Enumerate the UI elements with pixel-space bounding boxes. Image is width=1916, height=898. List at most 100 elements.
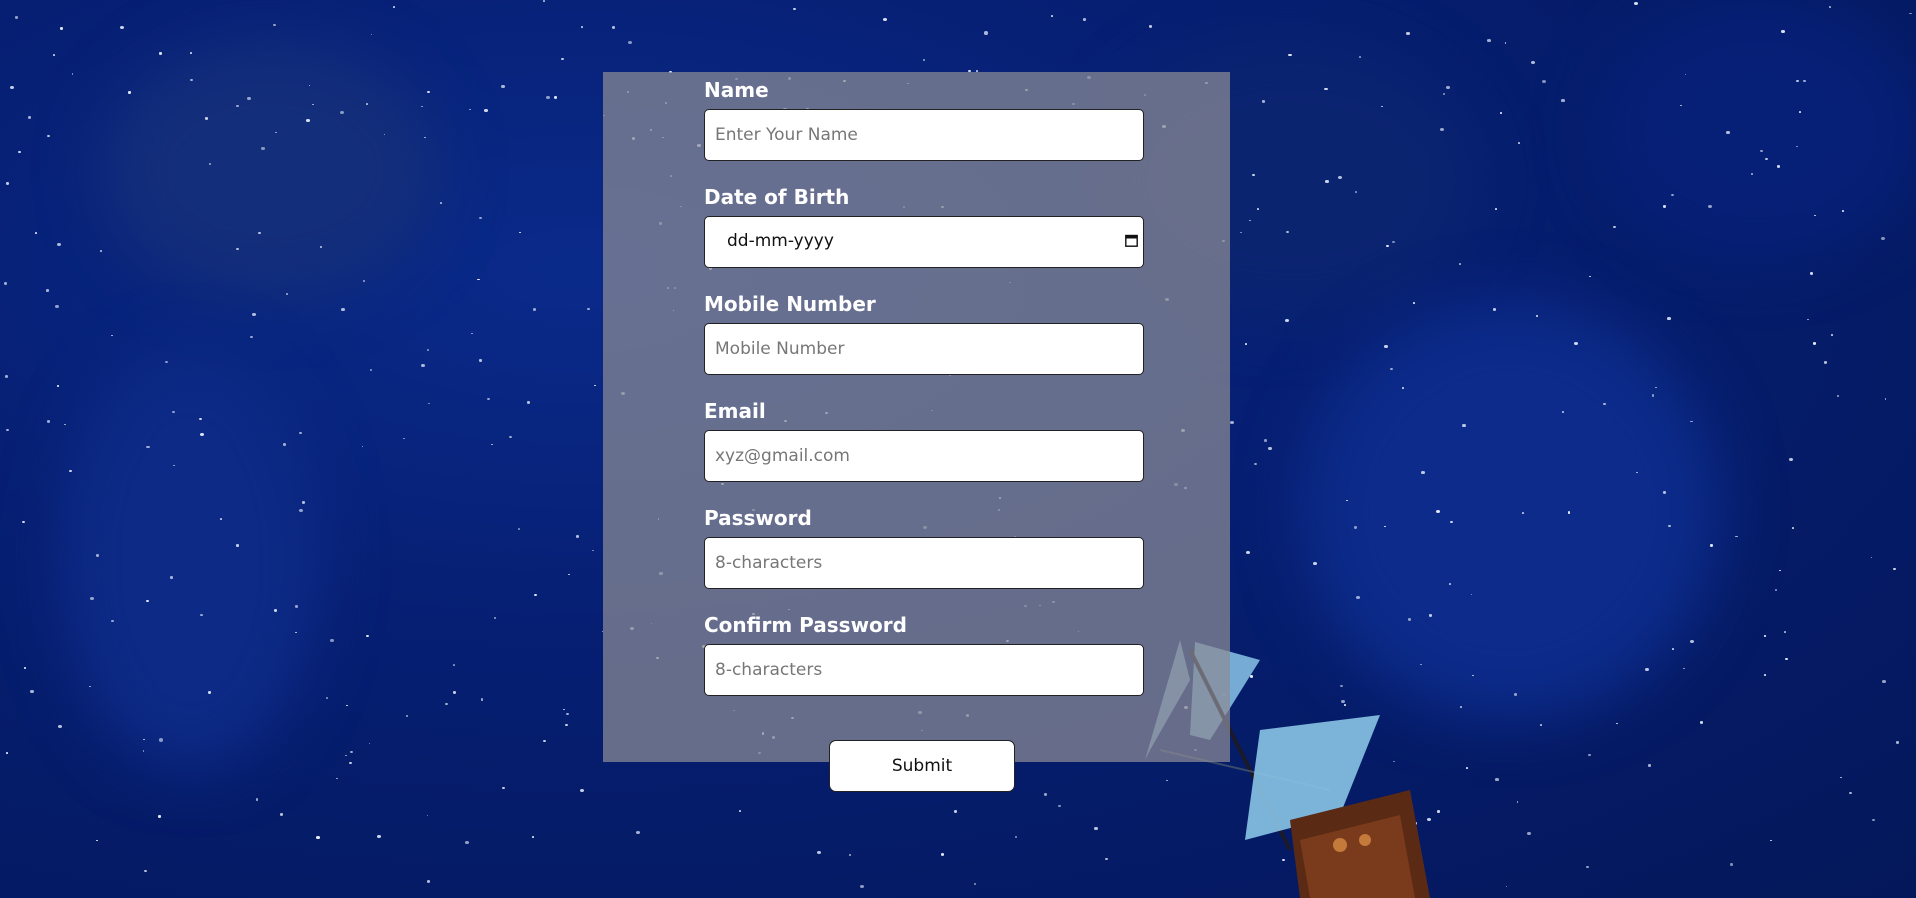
star: [209, 163, 212, 165]
star: [5, 752, 8, 754]
star: [207, 691, 211, 694]
star: [973, 883, 976, 885]
star: [4, 374, 9, 378]
star: [439, 202, 443, 205]
star: [859, 885, 864, 889]
star: [1043, 793, 1048, 797]
star: [1776, 165, 1781, 168]
name-field: [704, 109, 1144, 161]
star: [294, 605, 298, 608]
star: [1356, 595, 1360, 599]
star: [465, 841, 469, 845]
star: [580, 789, 585, 793]
star: [1588, 753, 1592, 757]
star: [55, 304, 59, 308]
star: [1406, 32, 1410, 36]
name-input[interactable]: [704, 109, 1144, 161]
star: [1806, 318, 1809, 321]
star: [27, 116, 32, 119]
star: [128, 91, 132, 94]
star: [99, 249, 103, 253]
star: [940, 852, 944, 856]
date-of-birth-label: Date of Birth: [704, 185, 850, 209]
star: [1842, 210, 1845, 212]
star: [444, 702, 448, 706]
star: [170, 576, 173, 579]
star: [1836, 395, 1839, 398]
star: [1828, 6, 1831, 8]
star: [5, 182, 9, 185]
star: [1884, 398, 1887, 400]
star: [426, 814, 429, 817]
star: [250, 336, 254, 339]
star: [64, 423, 67, 426]
star: [1428, 613, 1433, 617]
star: [1527, 831, 1532, 836]
star: [486, 397, 490, 401]
star: [1458, 262, 1462, 265]
star: [545, 96, 550, 100]
star: [1778, 569, 1781, 572]
star: [335, 777, 338, 780]
star: [350, 750, 354, 754]
star: [199, 417, 202, 421]
star: [1354, 191, 1357, 193]
star: [493, 617, 496, 619]
star: [1325, 180, 1329, 183]
star: [1667, 317, 1671, 320]
date-of-birth-input[interactable]: dd-mm-yyyy: [704, 216, 1144, 268]
star: [1245, 551, 1250, 555]
star: [1654, 386, 1657, 389]
star: [567, 573, 570, 576]
star: [1313, 561, 1317, 565]
submit-button[interactable]: Submit: [829, 740, 1015, 792]
mobile-number-input[interactable]: [704, 323, 1144, 375]
email-input[interactable]: [704, 430, 1144, 482]
star: [953, 810, 957, 813]
star: [479, 216, 482, 219]
star: [349, 762, 353, 765]
star: [453, 691, 457, 694]
star: [1774, 589, 1778, 592]
star: [1683, 667, 1686, 670]
star: [1789, 457, 1794, 461]
star: [426, 348, 430, 351]
star: [1648, 764, 1652, 767]
star: [501, 85, 505, 89]
star: [586, 307, 591, 311]
star: [1517, 142, 1520, 144]
star: [1050, 14, 1054, 18]
star: [1574, 341, 1579, 345]
star: [14, 16, 18, 19]
date-of-birth-field[interactable]: dd-mm-yyyy: [704, 216, 1144, 268]
star: [849, 854, 852, 856]
star: [326, 697, 329, 699]
background-cloud: [100, 40, 440, 300]
star: [1521, 512, 1524, 514]
star: [1603, 402, 1606, 405]
star: [1791, 527, 1794, 529]
star: [1384, 344, 1388, 348]
star: [272, 23, 276, 27]
star: [34, 231, 38, 234]
star: [1671, 648, 1675, 651]
star: [1849, 792, 1852, 795]
star: [593, 384, 596, 386]
star: [252, 312, 256, 316]
star: [330, 639, 334, 642]
star: [1286, 230, 1289, 233]
calendar-icon[interactable]: [1125, 234, 1138, 247]
star: [1462, 424, 1466, 428]
star: [30, 690, 34, 694]
password-input[interactable]: [704, 537, 1144, 589]
star: [738, 809, 741, 812]
star: [518, 231, 521, 234]
star: [1288, 53, 1292, 57]
star: [368, 742, 371, 744]
star: [302, 500, 306, 504]
confirm-password-input[interactable]: [704, 644, 1144, 696]
star: [90, 596, 94, 600]
star: [1104, 857, 1108, 861]
star: [3, 282, 8, 286]
star: [361, 446, 364, 448]
